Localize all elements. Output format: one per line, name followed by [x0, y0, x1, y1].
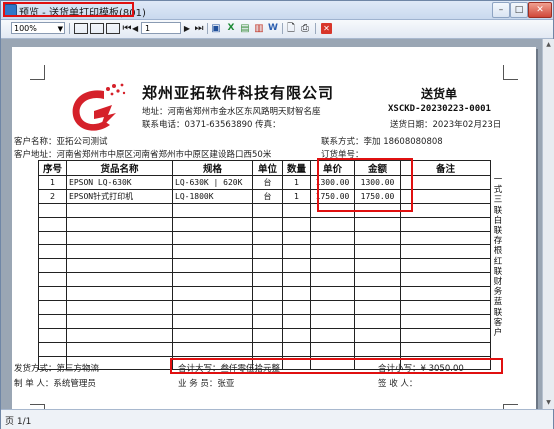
- customer-name: 客户名称：亚拓公司测试: [14, 137, 108, 147]
- table-row: [38, 244, 491, 260]
- table-row: [38, 202, 491, 218]
- crop-mark: [30, 65, 45, 80]
- table-row: [38, 341, 491, 357]
- header-cell: 单位: [252, 160, 283, 176]
- remark: [400, 175, 491, 190]
- customer-address: 客户地址：河南省郑州市中原区河南省郑州市中原区建设路口西50米: [14, 150, 272, 160]
- price-highlight-box: [317, 158, 413, 212]
- remark: [400, 188, 491, 204]
- first-page-icon[interactable]: ⏮: [122, 22, 132, 35]
- toolbar-separator: [282, 23, 283, 34]
- header-cell: 数量: [282, 160, 311, 176]
- header-cell: 备注: [400, 160, 491, 176]
- table-row: [38, 327, 491, 343]
- page-number-input[interactable]: 1: [141, 22, 181, 34]
- goods-unit: 台: [252, 188, 283, 204]
- document-title: 送货单: [421, 87, 458, 101]
- toolbar-separator: [69, 23, 70, 34]
- export-image-icon[interactable]: ▤: [239, 22, 251, 35]
- next-page-icon[interactable]: ▶: [182, 22, 192, 35]
- save-icon[interactable]: ▣: [210, 22, 222, 35]
- company-logo: [72, 83, 126, 131]
- page-width-icon[interactable]: [74, 23, 88, 34]
- zoom-value: 100%: [14, 24, 37, 33]
- table-row: [38, 313, 491, 329]
- word-icon[interactable]: W: [267, 22, 279, 35]
- company-name: 郑州亚拓软件科技有限公司: [142, 84, 335, 102]
- header-cell: 货品名称: [66, 160, 173, 176]
- header-cell: 规格: [172, 160, 253, 176]
- row-index: 1: [38, 175, 67, 190]
- table-row: 1 EPSON LQ-630K LQ-630K | 620K 台 1 1300.…: [38, 175, 491, 190]
- copy-note: 一式三联 白联存根 红联财务 蓝联客户: [493, 175, 503, 339]
- goods-table: 序号 货品名称 规格 单位 数量 单价 金额 备注 1 EPSON LQ-630…: [38, 160, 491, 371]
- scroll-down-icon[interactable]: ▼: [544, 398, 553, 408]
- toolbar-separator: [207, 23, 208, 34]
- row-index: 2: [38, 188, 67, 204]
- company-address: 地址：河南省郑州市金水区东风路明天财智名座: [142, 107, 321, 117]
- pdf-icon[interactable]: ▥: [253, 22, 265, 35]
- maximize-button[interactable]: □: [510, 2, 528, 18]
- table-row: [38, 286, 491, 302]
- print-page: 郑州亚拓软件科技有限公司 地址：河南省郑州市金水区东风路明天财智名座 联系电话：…: [12, 47, 536, 409]
- table-row: [38, 258, 491, 274]
- table-row: [38, 216, 491, 232]
- title-highlight-box: [3, 2, 134, 17]
- goods-name: EPSON针式打印机: [66, 188, 173, 204]
- shipping-method: 发货方式：第三方物流: [14, 364, 100, 374]
- total-highlight-box: [170, 358, 503, 374]
- table-header-row: 序号 货品名称 规格 单位 数量 单价 金额 备注: [38, 160, 491, 176]
- toolbar-separator: [315, 23, 316, 34]
- goods-qty: 1: [282, 188, 311, 204]
- salesman: 业 务 员：张亚: [178, 379, 235, 389]
- page-setup-icon[interactable]: 🗋: [285, 22, 297, 35]
- goods-qty: 1: [282, 175, 311, 190]
- two-page-icon[interactable]: [106, 23, 120, 34]
- page-indicator: 页 1/1: [5, 417, 32, 427]
- goods-name: EPSON LQ-630K: [66, 175, 173, 190]
- page-number-value: 1: [145, 24, 151, 33]
- table-row: [38, 230, 491, 246]
- goods-spec: LQ-630K | 620K: [172, 175, 253, 190]
- maker: 制 单 人：系统管理员: [14, 379, 96, 389]
- excel-icon[interactable]: X: [225, 22, 237, 35]
- print-icon[interactable]: ⎙: [299, 22, 311, 35]
- scroll-up-icon[interactable]: ▲: [544, 40, 553, 50]
- delivery-date: 送货日期：2023年02月23日: [390, 120, 502, 130]
- preview-window: 预览 - 送货单打印模板(801) – □ ✕ 100% ▼ ⏮ ◀ 1 ▶ ⏭…: [0, 0, 554, 429]
- close-button[interactable]: ✕: [528, 2, 552, 18]
- last-page-icon[interactable]: ⏭: [194, 22, 204, 35]
- vertical-scrollbar[interactable]: ▲ ▼: [542, 39, 554, 409]
- preview-canvas[interactable]: 郑州亚拓软件科技有限公司 地址：河南省郑州市金水区东风路明天财智名座 联系电话：…: [1, 39, 542, 409]
- zoom-select[interactable]: 100% ▼: [11, 22, 65, 34]
- receiver: 签 收 人：: [378, 379, 418, 389]
- goods-unit: 台: [252, 175, 283, 190]
- close-preview-icon[interactable]: ✕: [321, 23, 332, 34]
- minimize-button[interactable]: –: [492, 2, 510, 18]
- document-number: XSCKD-20230223-0001: [388, 104, 491, 114]
- customer-contact: 联系方式：李加 18608080808: [321, 137, 443, 147]
- chevron-down-icon: ▼: [57, 25, 63, 33]
- crop-mark: [503, 65, 518, 80]
- preview-toolbar: 100% ▼ ⏮ ◀ 1 ▶ ⏭ ▣ X ▤ ▥ W 🗋 ⎙ ✕: [1, 20, 553, 39]
- table-row: [38, 272, 491, 288]
- prev-page-icon[interactable]: ◀: [132, 22, 138, 35]
- full-page-icon[interactable]: [90, 23, 104, 34]
- company-phone: 联系电话：0371-63563890 传真：: [142, 120, 281, 130]
- goods-spec: LQ-1800K: [172, 188, 253, 204]
- header-cell: 序号: [38, 160, 67, 176]
- status-bar: 页 1/1: [1, 409, 553, 429]
- table-row: [38, 300, 491, 315]
- title-bar[interactable]: 预览 - 送货单打印模板(801) – □ ✕: [1, 1, 553, 20]
- table-row: 2 EPSON针式打印机 LQ-1800K 台 1 1750.00 1750.0…: [38, 188, 491, 204]
